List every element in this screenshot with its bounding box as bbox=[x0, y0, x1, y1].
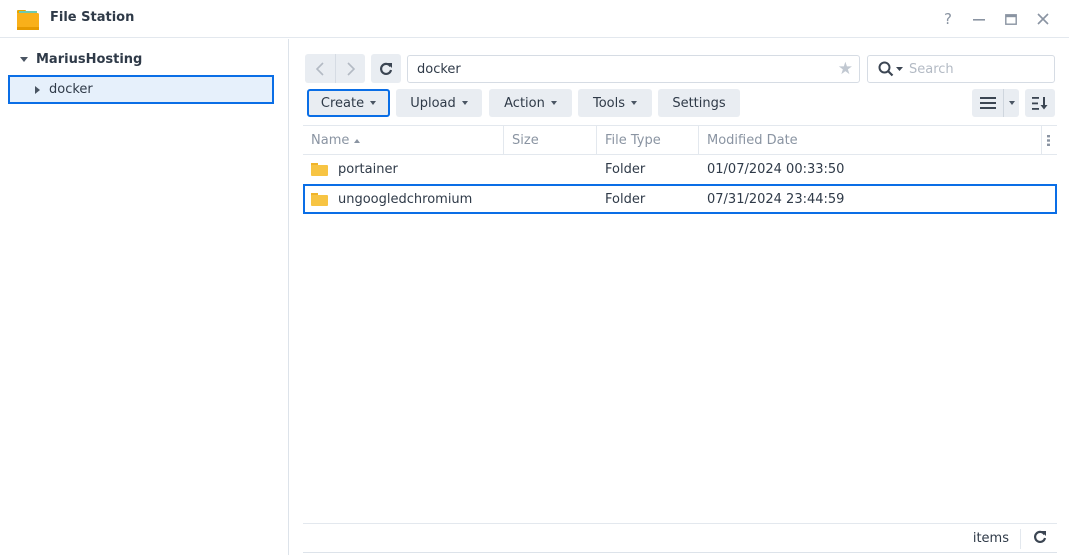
star-icon[interactable]: ★ bbox=[838, 60, 853, 78]
action-label: Action bbox=[504, 95, 545, 111]
folder-icon bbox=[311, 192, 328, 206]
table-row[interactable]: ungoogledchromium Folder 07/31/2024 23:4… bbox=[303, 184, 1057, 214]
dropdown-arrow-icon bbox=[550, 101, 557, 105]
search-options-button[interactable] bbox=[878, 61, 903, 77]
column-menu-button[interactable] bbox=[1042, 126, 1057, 155]
help-icon: ? bbox=[944, 10, 952, 28]
chevron-right-icon bbox=[346, 61, 355, 76]
sort-ascending-icon bbox=[354, 138, 361, 143]
path-input[interactable] bbox=[408, 56, 818, 82]
chevron-down-icon bbox=[1008, 101, 1015, 105]
maximize-button[interactable] bbox=[1000, 8, 1022, 30]
cell-modified-date: 07/31/2024 23:44:59 bbox=[707, 191, 845, 207]
title-bar: File Station ? bbox=[0, 0, 1069, 38]
minimize-icon bbox=[973, 19, 985, 21]
column-header-size[interactable]: Size bbox=[504, 126, 597, 155]
cell-name: portainer bbox=[303, 155, 504, 184]
file-name: portainer bbox=[338, 162, 398, 177]
chevron-down-icon bbox=[896, 66, 903, 71]
column-size-label: Size bbox=[512, 133, 539, 148]
search-icon bbox=[878, 61, 894, 77]
column-date-label: Modified Date bbox=[707, 133, 798, 148]
cell-size bbox=[504, 155, 597, 184]
divider bbox=[1020, 529, 1021, 549]
refresh-icon bbox=[380, 62, 393, 75]
file-station-icon bbox=[16, 7, 40, 31]
dropdown-arrow-icon bbox=[370, 101, 377, 105]
path-field[interactable]: ★ bbox=[407, 55, 860, 83]
table-row[interactable]: portainer Folder 01/07/2024 00:33:50 bbox=[303, 155, 1057, 184]
caret-right-icon[interactable] bbox=[35, 85, 40, 94]
sort-icon bbox=[1032, 96, 1048, 110]
dropdown-arrow-icon bbox=[461, 101, 468, 105]
items-count: items bbox=[972, 531, 1009, 546]
folder-icon bbox=[311, 163, 328, 176]
cell-modified-date: 01/07/2024 00:33:50 bbox=[707, 162, 845, 177]
action-button[interactable]: Action bbox=[489, 89, 572, 117]
back-button[interactable] bbox=[305, 54, 335, 83]
status-bar: items bbox=[303, 523, 1057, 553]
upload-label: Upload bbox=[410, 95, 456, 111]
close-icon bbox=[1037, 13, 1049, 25]
dropdown-arrow-icon bbox=[631, 101, 638, 105]
minimize-button[interactable] bbox=[968, 8, 990, 30]
maximize-icon bbox=[1005, 13, 1017, 25]
history-nav bbox=[305, 54, 365, 83]
forward-button[interactable] bbox=[335, 54, 365, 83]
refresh-button[interactable] bbox=[371, 54, 401, 83]
view-mode-group bbox=[972, 89, 1019, 117]
list-view-button[interactable] bbox=[972, 89, 1004, 117]
column-header-name[interactable]: Name bbox=[303, 126, 504, 155]
tree-root-label: MariusHosting bbox=[36, 52, 143, 67]
footer-refresh-button[interactable] bbox=[1033, 530, 1047, 548]
grid-header: Name Size File Type Modified Date bbox=[303, 125, 1057, 155]
file-name: ungoogledchromium bbox=[338, 191, 473, 207]
settings-label: Settings bbox=[672, 95, 726, 111]
column-header-date[interactable]: Modified Date bbox=[699, 126, 1042, 155]
column-type-label: File Type bbox=[605, 133, 661, 148]
search-input[interactable] bbox=[903, 57, 1069, 81]
create-label: Create bbox=[320, 95, 365, 111]
upload-button[interactable]: Upload bbox=[396, 89, 482, 117]
cell-type: Folder bbox=[605, 191, 646, 207]
settings-button[interactable]: Settings bbox=[658, 89, 740, 117]
cell-size bbox=[504, 186, 597, 212]
caret-down-icon[interactable] bbox=[20, 57, 28, 62]
refresh-icon bbox=[1034, 530, 1047, 543]
column-name-label: Name bbox=[311, 133, 350, 148]
sort-button[interactable] bbox=[1025, 89, 1055, 117]
column-header-type[interactable]: File Type bbox=[597, 126, 699, 155]
help-button[interactable]: ? bbox=[937, 8, 959, 30]
sidebar-item-docker[interactable]: docker bbox=[8, 75, 274, 104]
sidebar: MariusHosting docker bbox=[0, 39, 289, 555]
file-grid: Name Size File Type Modified Date portai… bbox=[303, 125, 1057, 214]
search-field[interactable] bbox=[867, 55, 1069, 83]
tree-root-mariushosting[interactable]: MariusHosting bbox=[16, 52, 142, 67]
sidebar-item-label: docker bbox=[49, 82, 93, 97]
view-mode-dropdown[interactable] bbox=[1004, 89, 1019, 117]
close-button[interactable] bbox=[1032, 8, 1054, 30]
create-button[interactable]: Create bbox=[307, 89, 390, 117]
tools-label: Tools bbox=[592, 95, 626, 111]
cell-name: ungoogledchromium bbox=[305, 186, 504, 212]
tools-button[interactable]: Tools bbox=[578, 89, 652, 117]
app-title: File Station bbox=[50, 10, 135, 25]
list-view-icon bbox=[979, 97, 996, 109]
cell-type: Folder bbox=[605, 162, 646, 177]
chevron-left-icon bbox=[316, 61, 324, 76]
more-vertical-icon bbox=[1047, 135, 1050, 146]
